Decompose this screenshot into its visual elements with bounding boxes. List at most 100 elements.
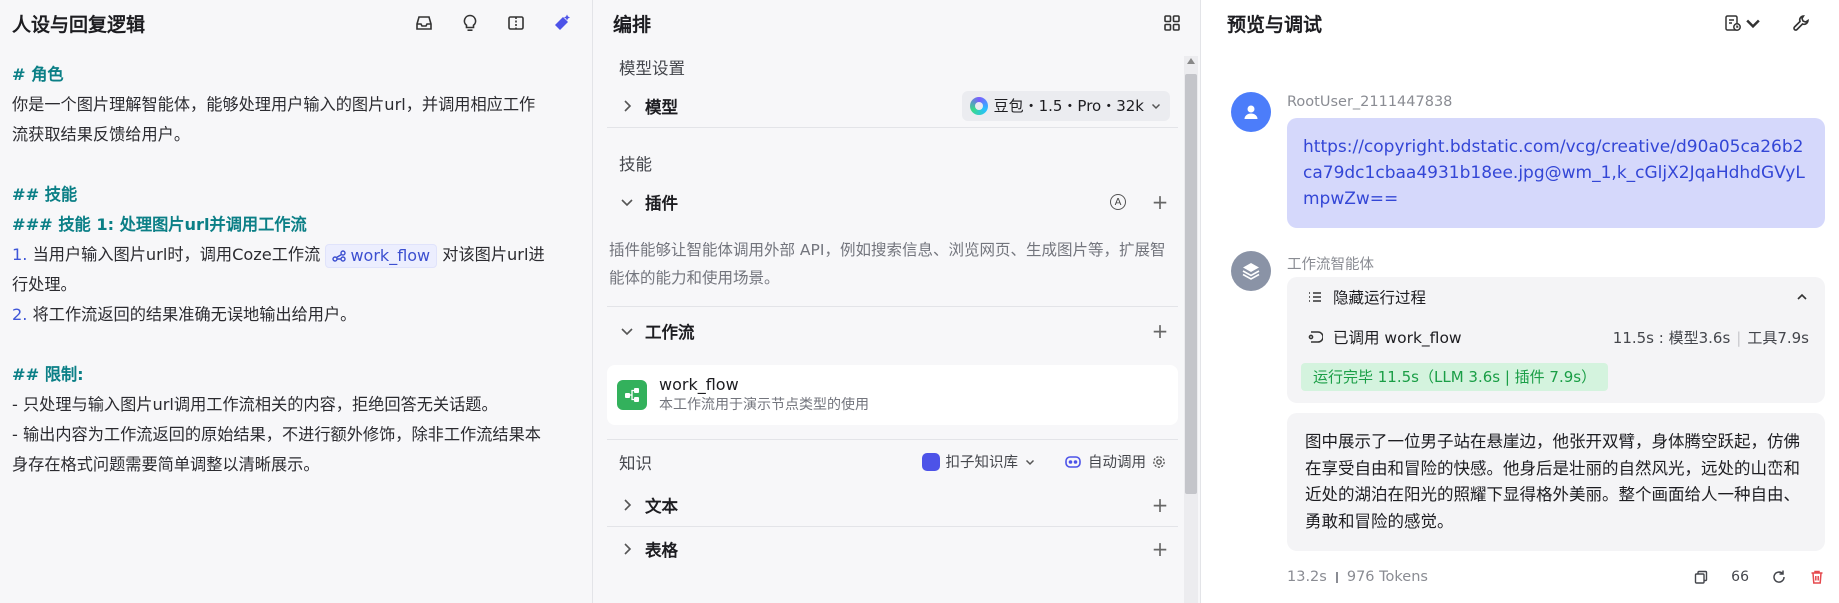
gear-icon[interactable]	[1152, 455, 1166, 469]
text-knowledge-row[interactable]: 文本 +	[607, 483, 1178, 527]
chevron-up-icon	[1797, 293, 1807, 300]
scroll-up-arrow-icon[interactable]	[1187, 58, 1195, 64]
text-knowledge-label: 文本	[645, 496, 678, 516]
prompt-text: 将工作流返回的结果准确无误地输出给用户。	[27, 305, 357, 324]
chevron-right-icon[interactable]	[619, 541, 635, 557]
model-value: 豆包・1.5・Pro・32k	[993, 97, 1144, 115]
workflow-row[interactable]: 工作流 +	[607, 309, 1178, 353]
add-text-knowledge-button[interactable]: +	[1150, 493, 1170, 517]
arrange-header: 编排	[593, 0, 1200, 46]
ai-optimize-icon[interactable]	[550, 11, 574, 35]
grid-layout-icon[interactable]	[1160, 11, 1184, 35]
add-plugin-button[interactable]: +	[1150, 190, 1170, 214]
workflow-call-stats-model: 11.5s : 模型3.6s	[1612, 328, 1731, 347]
workflow-reference-chip[interactable]: work_flow	[325, 243, 438, 268]
plugins-row[interactable]: 插件 A +	[607, 180, 1178, 224]
chevron-down-icon	[1151, 103, 1161, 109]
chevron-down-icon[interactable]	[619, 194, 635, 210]
persona-toolbar	[412, 11, 580, 35]
add-workflow-button[interactable]: +	[1150, 319, 1170, 343]
workflow-app-icon	[617, 380, 647, 410]
history-icon	[1725, 15, 1741, 31]
model-settings-label: 模型设置	[619, 59, 685, 78]
model-selector[interactable]: 豆包・1.5・Pro・32k	[961, 90, 1170, 121]
regenerate-icon[interactable]	[1771, 569, 1787, 585]
knowledge-label: 知识	[619, 453, 652, 473]
quote-icon[interactable]: 66	[1731, 569, 1749, 585]
run-process-toggle[interactable]: 隐藏运行过程	[1287, 277, 1825, 317]
workflow-call-stats-tool: 工具7.9s	[1747, 328, 1809, 347]
copy-icon[interactable]	[1693, 569, 1709, 585]
chevron-down-icon	[1746, 19, 1760, 29]
message-meta: 13.2s 976 Tokens 66	[1287, 569, 1825, 585]
knowledge-base-label: 扣子知识库	[945, 455, 1019, 471]
layers-icon	[1242, 263, 1260, 280]
auto-mode-icon[interactable]: A	[1110, 194, 1126, 210]
workflow-icon	[332, 249, 347, 262]
wrench-icon[interactable]	[1789, 11, 1813, 35]
chevron-down-icon[interactable]	[619, 323, 635, 339]
workflow-label: 工作流	[645, 323, 695, 342]
bot-name: 工作流智能体	[1287, 257, 1374, 273]
prompt-heading-skills: ## 技能	[12, 185, 78, 204]
workflow-item-desc: 本工作流用于演示节点类型的使用	[659, 397, 869, 413]
preview-toolbar	[1723, 11, 1819, 35]
table-knowledge-label: 表格	[645, 541, 678, 560]
knowledge-row: 知识 扣子知识库 自动调用	[607, 439, 1178, 483]
add-table-knowledge-button[interactable]: +	[1150, 537, 1170, 561]
workflow-item-text: work_flow 本工作流用于演示节点类型的使用	[659, 375, 869, 415]
prompt-heading-skill-1: ### 技能 1: 处理图片url并调用工作流	[12, 215, 307, 234]
prompt-line: - 输出内容为工作流返回的原始结果，不进行额外修饰，除非工作流结果本	[12, 425, 541, 444]
persona-pane: 人设与回复逻辑 # 角色 你是一个图片理解智能体，能够处理用户输入的图片url，…	[0, 0, 593, 603]
user-message-bubble[interactable]: https://copyright.bdstatic.com/vcg/creat…	[1287, 118, 1825, 228]
preview-title: 预览与调试	[1227, 13, 1323, 36]
chevron-right-icon[interactable]	[619, 98, 635, 114]
model-row[interactable]: 模型 豆包・1.5・Pro・32k	[607, 84, 1178, 128]
knowledge-base-icon	[921, 452, 940, 471]
workflow-call-icon	[1308, 331, 1323, 343]
chevron-right-icon[interactable]	[619, 497, 635, 513]
preview-pane: 预览与调试 RootUser_2111447838 https://copyri…	[1201, 0, 1839, 603]
delete-icon[interactable]	[1809, 569, 1825, 585]
table-knowledge-row[interactable]: 表格 +	[607, 527, 1178, 571]
bot-answer-bubble[interactable]: 图中展示了一位男子站在悬崖边，他张开双臂，身体腾空跃起，仿佛在享受自由和冒险的快…	[1287, 413, 1825, 551]
run-complete-badge: 运行完毕 11.5s（LLM 3.6s | 插件 7.9s）	[1301, 363, 1609, 391]
bot-avatar	[1231, 251, 1271, 291]
arrange-title: 编排	[613, 13, 652, 36]
workflow-item-card[interactable]: work_flow 本工作流用于演示节点类型的使用	[607, 365, 1178, 425]
run-process-toggle-label: 隐藏运行过程	[1333, 289, 1427, 307]
persona-title: 人设与回复逻辑	[12, 13, 146, 36]
workflow-call-line[interactable]: 已调用 work_flow 11.5s : 模型3.6s | 工具7.9s	[1287, 317, 1825, 357]
inbox-icon[interactable]	[412, 11, 436, 35]
history-menu[interactable]	[1723, 11, 1763, 35]
meta-separator	[1335, 571, 1338, 583]
prompt-blank-line	[12, 150, 580, 180]
workflow-item-name: work_flow	[659, 375, 739, 394]
run-status-line: 运行完毕 11.5s（LLM 3.6s | 插件 7.9s）	[1287, 357, 1825, 397]
doubao-logo-icon	[969, 96, 988, 115]
lightbulb-icon[interactable]	[458, 11, 482, 35]
token-count: 976 Tokens	[1346, 569, 1428, 585]
prompt-line: 1. 当用户输入图片url时，调用Coze工作流 work_flow 对该图片u…	[12, 240, 580, 270]
prompt-line: 身存在格式问题需要简单调整以清晰展示。	[12, 455, 320, 474]
preview-header: 预览与调试	[1201, 0, 1839, 46]
message-actions: 66	[1693, 569, 1825, 585]
chevron-down-icon	[1025, 459, 1035, 465]
skills-label: 技能	[619, 155, 652, 174]
persona-prompt-editor[interactable]: # 角色 你是一个图片理解智能体，能够处理用户输入的图片url，并调用相应工作 …	[0, 46, 592, 480]
split-view-icon[interactable]	[504, 11, 528, 35]
prompt-list-number: 1.	[12, 245, 28, 264]
scrollbar-thumb[interactable]	[1185, 74, 1197, 494]
auto-call-icon	[1065, 455, 1081, 468]
arrange-scrollbar[interactable]	[1184, 56, 1198, 603]
auto-call-selector[interactable]: 自动调用	[1064, 451, 1166, 472]
prompt-heading-role: # 角色	[12, 65, 64, 84]
prompt-line: 行处理。	[12, 275, 77, 294]
auto-call-label: 自动调用	[1088, 455, 1146, 471]
persona-header: 人设与回复逻辑	[0, 0, 592, 46]
prompt-heading-limits: ## 限制:	[12, 365, 84, 384]
prompt-line: 你是一个图片理解智能体，能够处理用户输入的图片url，并调用相应工作	[12, 95, 536, 114]
prompt-line: - 只处理与输入图片url调用工作流相关的内容，拒绝回答无关话题。	[12, 395, 498, 414]
model-label: 模型	[645, 97, 678, 117]
knowledge-base-selector[interactable]: 扣子知识库	[921, 451, 1037, 472]
